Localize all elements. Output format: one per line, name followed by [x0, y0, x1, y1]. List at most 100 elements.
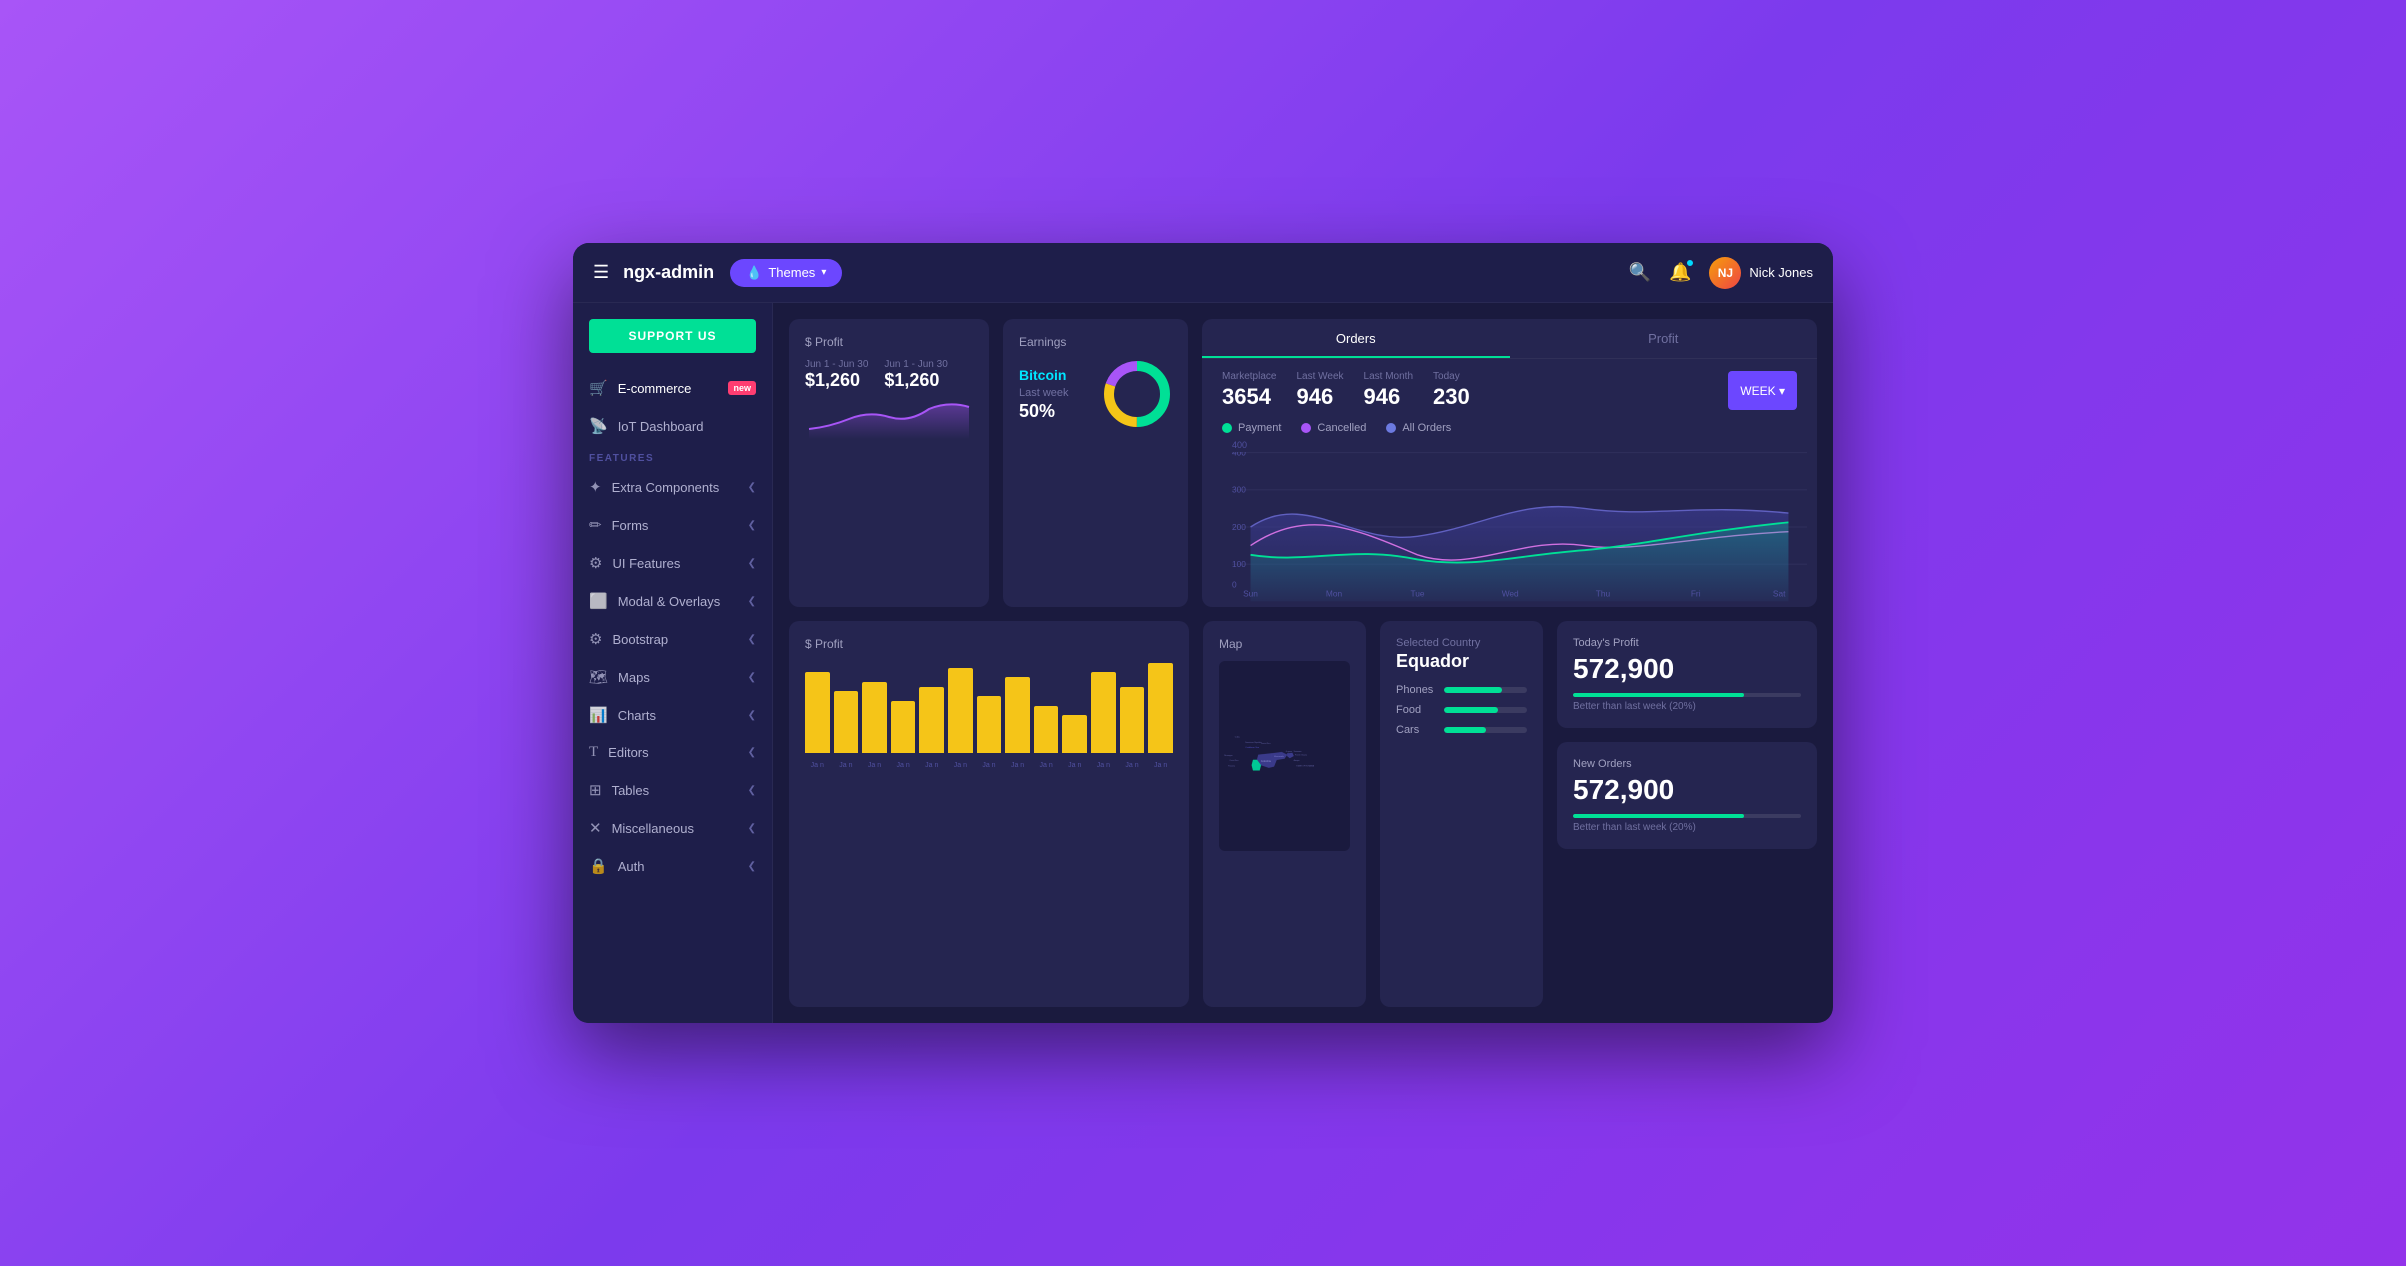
legend-cancelled: Cancelled [1301, 422, 1366, 434]
svg-text:300: 300 [1232, 485, 1246, 495]
sidebar-item-label: UI Features [612, 556, 737, 571]
sidebar-item-editors[interactable]: T Editors ❮ [573, 734, 772, 771]
themes-label: Themes [768, 265, 815, 280]
new-badge: new [728, 381, 756, 395]
svg-text:Nicaragua: Nicaragua [1224, 755, 1233, 757]
bar-label: Ja n [839, 762, 852, 769]
chevron-icon: ❮ [748, 710, 756, 721]
country-name: Equador [1396, 651, 1527, 672]
profit-small-card: $ Profit Jun 1 - Jun 30 $1,260 Jun 1 - J… [789, 319, 989, 607]
orders-stats: Marketplace 3654 Last Week 946 Last Mont… [1202, 359, 1817, 422]
ui-icon: ⚙ [589, 554, 602, 572]
svg-text:200: 200 [1232, 522, 1246, 532]
new-orders-card: New Orders 572,900 Better than last week… [1557, 742, 1817, 849]
svg-text:Costa Rica: Costa Rica [1229, 759, 1239, 762]
chevron-icon: ❮ [748, 672, 756, 683]
todays-profit-progress [1573, 693, 1801, 697]
sidebar-item-modal[interactable]: ⬜ Modal & Overlays ❮ [573, 582, 772, 620]
cancelled-label: Cancelled [1317, 422, 1366, 434]
chevron-icon: ❮ [748, 823, 756, 834]
sidebar-item-auth[interactable]: 🔒 Auth ❮ [573, 847, 772, 885]
todays-profit-bar [1573, 693, 1744, 697]
cars-bar [1444, 727, 1527, 733]
sidebar-item-iot[interactable]: 📡 IoT Dashboard [573, 407, 772, 445]
tab-orders[interactable]: Orders [1202, 319, 1510, 358]
header-right: 🔍 🔔 NJ Nick Jones [1629, 257, 1813, 289]
modal-icon: ⬜ [589, 592, 608, 610]
payment-dot [1222, 423, 1232, 433]
app-window: ☰ ngx-admin 💧 Themes ▾ 🔍 🔔 NJ Nick Jones… [573, 243, 1833, 1023]
bar-label: Ja n [1125, 762, 1138, 769]
themes-button[interactable]: 💧 Themes ▾ [730, 259, 842, 287]
new-orders-bar [1573, 814, 1744, 818]
search-icon[interactable]: 🔍 [1629, 262, 1651, 283]
bar-label: Ja n [1097, 762, 1110, 769]
sidebar-item-tables[interactable]: ⊞ Tables ❮ [573, 771, 772, 809]
misc-icon: ✕ [589, 819, 602, 837]
todays-profit-title: Today's Profit [1573, 637, 1801, 649]
new-orders-progress [1573, 814, 1801, 818]
profit-date2: Jun 1 - Jun 30 [884, 359, 947, 370]
chevron-down-icon: ▾ [821, 267, 826, 278]
profit-title: $ Profit [805, 335, 973, 349]
avatar: NJ [1709, 257, 1741, 289]
profit-date1: Jun 1 - Jun 30 [805, 359, 868, 370]
legend-payment: Payment [1222, 422, 1281, 434]
sidebar-item-label: Forms [612, 518, 738, 533]
sidebar-item-misc[interactable]: ✕ Miscellaneous ❮ [573, 809, 772, 847]
sidebar-item-bootstrap[interactable]: ⚙ Bootstrap ❮ [573, 620, 772, 658]
hamburger-icon[interactable]: ☰ [593, 262, 609, 283]
chevron-icon: ❮ [748, 634, 756, 645]
allorders-dot [1386, 423, 1396, 433]
tab-profit[interactable]: Profit [1510, 319, 1818, 358]
sidebar-item-charts[interactable]: 📊 Charts ❮ [573, 696, 772, 734]
bottom-row: $ Profit Ja nJa nJa nJa nJa nJa nJa nJa … [789, 621, 1817, 1007]
food-label: Food [1396, 704, 1436, 716]
bootstrap-icon: ⚙ [589, 630, 602, 648]
country-label: Selected Country [1396, 637, 1527, 649]
country-stat-food: Food [1396, 704, 1527, 716]
orders-tabs: Orders Profit [1202, 319, 1817, 359]
sidebar-item-ui[interactable]: ⚙ UI Features ❮ [573, 544, 772, 582]
app-body: SUPPORT US 🛒 E-commerce new 📡 IoT Dashbo… [573, 303, 1833, 1023]
new-orders-title: New Orders [1573, 758, 1801, 770]
week-button[interactable]: WEEK ▾ [1728, 371, 1797, 410]
bar-item: Ja n [862, 682, 887, 753]
chevron-icon: ❮ [748, 861, 756, 872]
chevron-icon: ❮ [748, 747, 756, 758]
themes-drop-icon: 💧 [746, 265, 762, 281]
bar-label: Ja n [1040, 762, 1053, 769]
bar-item: Ja n [948, 668, 973, 753]
chevron-icon: ❮ [748, 558, 756, 569]
sidebar-item-extra[interactable]: ✦ Extra Components ❮ [573, 468, 772, 506]
sidebar-item-maps[interactable]: 🗺 Maps ❮ [573, 658, 772, 696]
bar-item: Ja n [1034, 706, 1059, 753]
svg-text:Sat: Sat [1773, 589, 1786, 599]
chevron-icon: ❮ [748, 482, 756, 493]
support-button[interactable]: SUPPORT US [589, 319, 756, 353]
notification-button[interactable]: 🔔 [1669, 262, 1691, 283]
stat-label: Last Month [1364, 371, 1413, 382]
stat-value: 946 [1364, 384, 1413, 410]
sidebar-item-label: Editors [608, 745, 737, 760]
sidebar-item-forms[interactable]: ✏ Forms ❮ [573, 506, 772, 544]
bar-item: Ja n [1062, 715, 1087, 753]
sidebar-item-ecommerce[interactable]: 🛒 E-commerce new [573, 369, 772, 407]
stat-lastweek: Last Week 946 [1296, 371, 1343, 410]
orders-card: Orders Profit Marketplace 3654 Last Week… [1202, 319, 1817, 607]
orders-legend: Payment Cancelled All Orders [1202, 422, 1817, 434]
todays-profit-card: Today's Profit 572,900 Better than last … [1557, 621, 1817, 728]
svg-text:Venezuela: Venezuela [1274, 756, 1285, 758]
sidebar-item-label: Extra Components [612, 480, 738, 495]
new-orders-label: Better than last week (20%) [1573, 822, 1801, 833]
food-bar [1444, 707, 1527, 713]
svg-text:French Guiana: French Guiana [1295, 754, 1308, 756]
bar-label: Ja n [925, 762, 938, 769]
bar-item: Ja n [834, 691, 859, 753]
earnings-pct: 50% [1019, 401, 1069, 422]
map-svg: Cuba Dominican Republic Puerto Rico Nica… [1219, 661, 1350, 851]
user-menu[interactable]: NJ Nick Jones [1709, 257, 1813, 289]
svg-text:0: 0 [1232, 579, 1237, 589]
chevron-icon: ❮ [748, 596, 756, 607]
svg-text:100: 100 [1232, 559, 1246, 569]
